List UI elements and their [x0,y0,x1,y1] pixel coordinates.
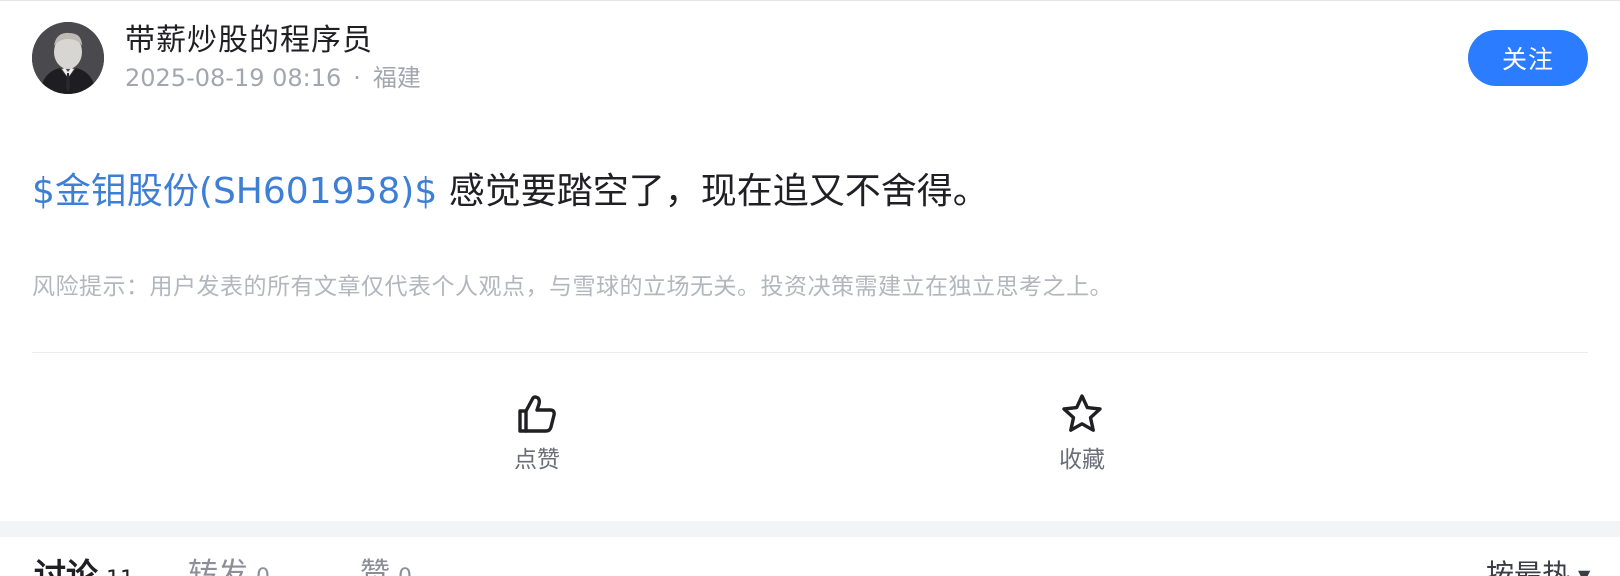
thumbs-up-icon [515,392,559,436]
tab-count: 11 [106,567,134,576]
post-body: $金钼股份(SH601958)$ 感觉要踏空了，现在追又不舍得。 [32,168,989,216]
author-header: 带薪炒股的程序员 2025-08-19 08:16 · 福建 [32,22,421,94]
stock-link[interactable]: $金钼股份(SH601958)$ [32,171,437,212]
caret-down-icon: ▼ [1578,565,1591,576]
risk-tip: 风险提示：用户发表的所有文章仅代表个人观点，与雪球的立场无关。投资决策需建立在独… [32,274,1113,300]
favorite-label: 收藏 [1059,447,1105,473]
comment-tabs-bar: 讨论 11 转发 0 赞 0 按最热 ▼ [0,537,1620,576]
tab-label: 赞 [360,557,390,576]
like-label: 点赞 [514,447,560,473]
author-info: 带薪炒股的程序员 2025-08-19 08:16 · 福建 [125,23,421,93]
tab-likes[interactable]: 赞 0 [360,557,412,576]
sort-label: 按最热 [1486,558,1571,576]
portrait-avatar-image [32,22,104,94]
like-button[interactable]: 点赞 [482,392,592,474]
tab-count: 0 [256,565,270,576]
avatar[interactable] [32,22,104,94]
tab-count: 0 [398,565,412,576]
post-location: 福建 [372,64,421,92]
top-border [0,0,1620,1]
author-name[interactable]: 带薪炒股的程序员 [125,23,421,59]
star-icon [1060,392,1104,436]
section-gap [0,521,1620,537]
tab-label: 讨论 [34,556,99,576]
follow-button[interactable]: 关注 [1468,30,1588,86]
tab-label: 转发 [188,557,248,576]
post-meta: 2025-08-19 08:16 · 福建 [125,63,421,93]
tab-discuss[interactable]: 讨论 11 [34,557,134,576]
tab-repost[interactable]: 转发 0 [188,557,270,576]
post-timestamp: 2025-08-19 08:16 [125,64,342,92]
divider [32,352,1588,353]
favorite-button[interactable]: 收藏 [1027,392,1137,474]
post-text: 感觉要踏空了，现在追又不舍得。 [437,171,989,212]
sort-dropdown[interactable]: 按最热 ▼ [1486,557,1590,576]
meta-separator: · [353,64,361,92]
